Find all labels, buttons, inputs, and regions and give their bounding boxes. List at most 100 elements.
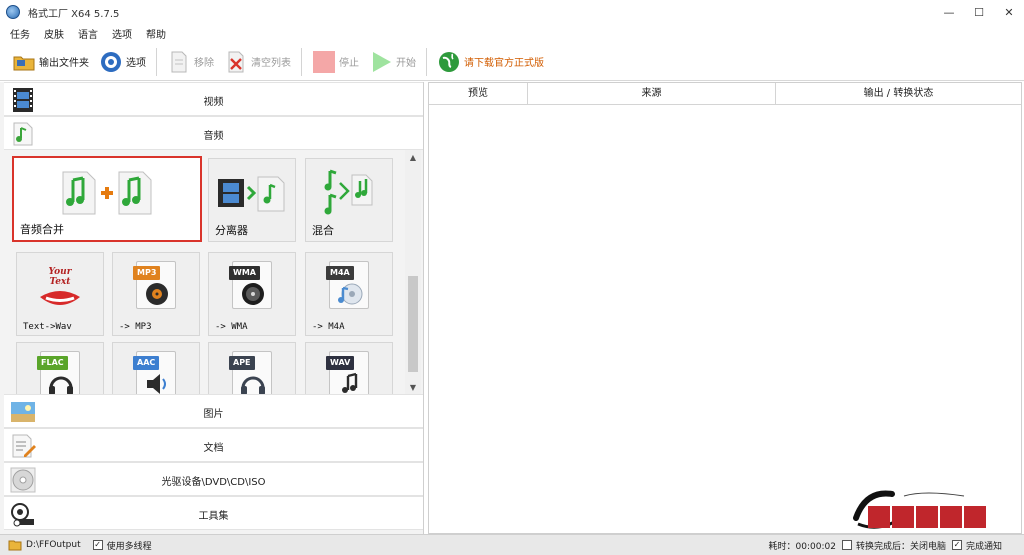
category-optical-drive[interactable]: 光驱设备\DVD\CD\ISO [4,462,423,496]
menu-bar: 任务 皮肤 语言 选项 帮助 [0,24,180,42]
tile-to-ape[interactable]: APE [208,342,296,394]
globe-icon [437,50,461,74]
tile-mix-label: 混合 [312,224,334,237]
mp3-file-icon: MP3 [133,261,176,309]
status-bar: D:\FFOutput ✓ 使用多线程 耗时：00:00:02 转换完成后：关闭… [0,534,1024,555]
wav-file-icon: WAV [326,351,369,394]
tile-to-wma-label: -> WMA [215,322,248,332]
window-controls: — ☐ ✕ [934,0,1024,24]
task-list-panel: 预览 来源 输出 / 转换状态 [428,82,1022,534]
category-toolbox-label: 工具集 [198,511,229,522]
multithread-label: 使用多线程 [106,541,152,552]
category-picture-label: 图片 [203,409,224,420]
tile-mix[interactable]: 混合 [305,158,393,242]
notify-checkbox[interactable]: ✓ [951,540,962,550]
category-video[interactable]: 视频 [4,82,423,116]
audio-join-icon [59,168,155,221]
tile-to-m4a-label: -> M4A [312,322,345,332]
your-text-label: Your Text [48,267,72,287]
category-audio-label: 音频 [203,131,224,142]
shutdown-label: 转换完成后：关闭电脑 [855,541,946,552]
category-panel: 视频 音频 音频合并 分离器 混合 Your Text Text->Wav MP… [0,82,424,534]
stop-icon [312,50,336,74]
remove-button[interactable]: 移除 [167,47,214,77]
start-button[interactable]: 开始 [369,47,416,77]
window-title: 格式工厂 X64 5.7.5 [28,8,120,20]
tile-to-wma[interactable]: WMA -> WMA [208,252,296,336]
clear-list-button[interactable]: 清空列表 [224,47,291,77]
output-folder-small-icon [8,539,22,551]
tiles-scrollbar[interactable]: ▲ ▼ [405,150,421,394]
aac-file-icon: AAC [133,351,176,394]
toolbar-separator [301,47,302,76]
menu-skin[interactable]: 皮肤 [44,26,64,41]
tile-text-to-wav[interactable]: Your Text Text->Wav [16,252,104,336]
tile-to-aac[interactable]: AAC [112,342,200,394]
audio-mix-icon [324,165,374,224]
column-output-status[interactable]: 输出 / 转换状态 [776,83,1021,105]
menu-options[interactable]: 选项 [112,26,132,41]
ape-file-icon: APE [229,351,272,394]
category-picture[interactable]: 图片 [4,394,423,428]
ape-badge: APE [229,356,255,370]
watermark-logo [852,488,992,534]
tile-audio-joiner-label: 音频合并 [20,223,64,236]
category-optical-label: 光驱设备\DVD\CD\ISO [161,477,266,488]
wav-badge: WAV [326,356,355,370]
column-source[interactable]: 来源 [528,83,776,105]
menu-task[interactable]: 任务 [10,26,30,41]
elapsed-time: 耗时：00:00:02 [768,541,836,552]
flac-file-icon: FLAC [37,351,80,394]
tile-splitter-label: 分离器 [215,224,248,237]
tile-to-wav[interactable]: WAV [305,342,393,394]
audio-tools-grid: 音频合并 分离器 混合 Your Text Text->Wav MP3 -> M… [4,150,404,394]
stop-button[interactable]: 停止 [312,47,359,77]
maximize-button[interactable]: ☐ [964,0,994,24]
flac-badge: FLAC [37,356,68,370]
notify-label: 完成通知 [965,541,1002,552]
category-audio[interactable]: 音频 [4,116,423,150]
mp3-badge: MP3 [133,266,161,280]
minimize-button[interactable]: — [934,0,964,24]
shutdown-checkbox[interactable] [841,540,852,550]
aac-badge: AAC [133,356,160,370]
output-folder-button[interactable]: 输出文件夹 [12,47,89,77]
category-toolbox[interactable]: 工具集 [4,496,423,530]
task-table-header: 预览 来源 输出 / 转换状态 [429,83,1021,105]
app-logo-icon [6,5,20,19]
options-icon [99,50,123,74]
download-official-link[interactable]: 请下载官方正式版 [437,47,544,77]
tile-to-m4a[interactable]: M4A -> M4A [305,252,393,336]
tile-text-to-wav-label: Text->Wav [23,322,72,332]
wma-badge: WMA [229,266,260,280]
output-path[interactable]: D:\FFOutput [26,540,81,550]
tile-to-mp3[interactable]: MP3 -> MP3 [112,252,200,336]
m4a-badge: M4A [326,266,354,280]
category-video-label: 视频 [203,97,224,108]
options-button[interactable]: 选项 [99,47,146,77]
scroll-up-arrow-icon[interactable]: ▲ [405,150,421,164]
menu-help[interactable]: 帮助 [146,26,166,41]
speaking-lips-icon: Your Text [38,267,82,314]
m4a-file-icon: M4A [326,261,369,309]
video-to-audio-icon [216,173,288,216]
toolbar-separator [426,47,427,76]
title-bar: 格式工厂 X64 5.7.5 — ☐ ✕ [0,0,1024,24]
wma-file-icon: WMA [229,261,272,309]
multithread-checkbox[interactable]: ✓ [92,540,103,550]
tile-to-flac[interactable]: FLAC [16,342,104,394]
column-preview[interactable]: 预览 [429,83,528,105]
category-document-label: 文档 [203,443,224,454]
folder-icon [12,50,36,74]
clear-list-icon [224,50,248,74]
tile-to-mp3-label: -> MP3 [119,322,152,332]
scroll-thumb[interactable] [408,276,418,372]
tile-audio-joiner[interactable]: 音频合并 [12,156,202,242]
category-document[interactable]: 文档 [4,428,423,462]
close-button[interactable]: ✕ [994,0,1024,24]
toolbar: 输出文件夹 选项 移除 清空列表 停止 开始 请下载官方正式版 [0,43,1024,81]
scroll-down-arrow-icon[interactable]: ▼ [405,380,421,394]
toolbar-separator [156,47,157,76]
tile-splitter[interactable]: 分离器 [208,158,296,242]
menu-language[interactable]: 语言 [78,26,98,41]
